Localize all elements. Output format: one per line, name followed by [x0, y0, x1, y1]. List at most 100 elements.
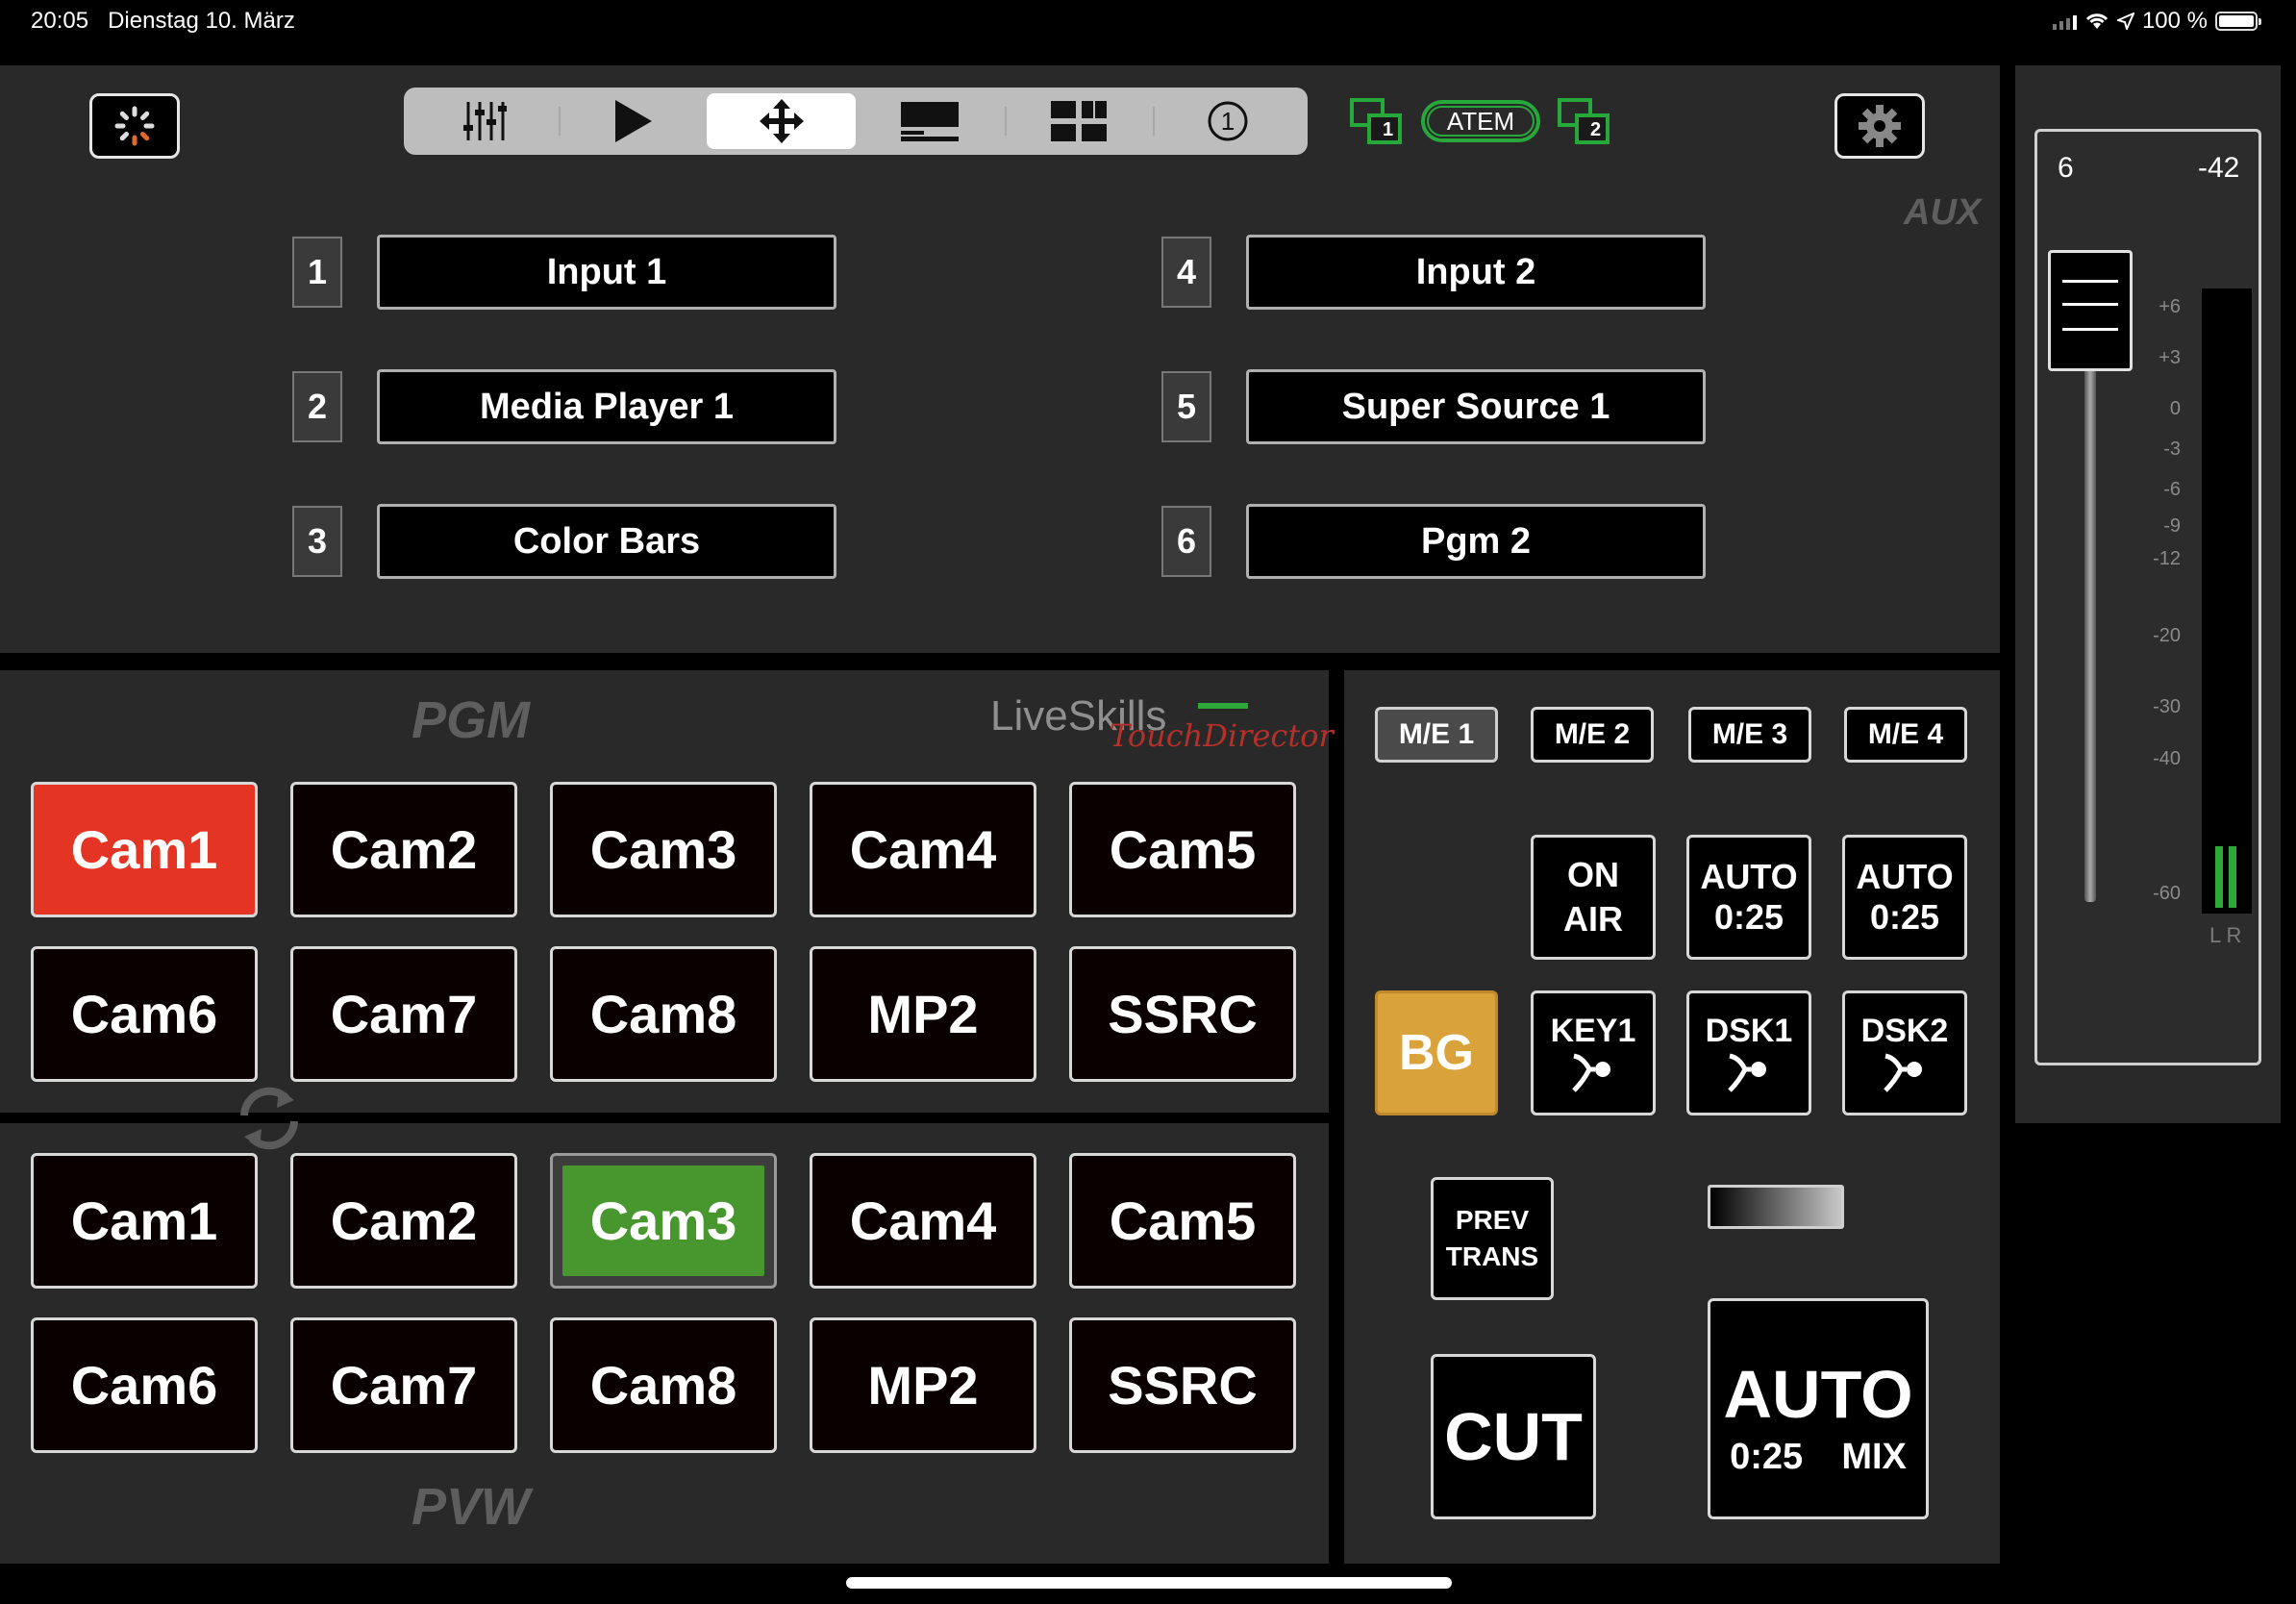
cut-button[interactable]: CUT — [1431, 1354, 1596, 1519]
play-icon — [615, 100, 652, 142]
status-time: 20:05 — [31, 8, 89, 34]
bg-label: BG — [1399, 1025, 1474, 1081]
fader-track — [2084, 317, 2096, 902]
scale-tick: 0 — [2169, 398, 2181, 419]
meter-level-left — [2215, 846, 2223, 908]
pgm-button-cam7[interactable]: Cam7 — [290, 946, 517, 1082]
atem-connection-button[interactable]: ATEM — [1421, 100, 1540, 142]
pvw-button-cam5[interactable]: Cam5 — [1069, 1153, 1296, 1289]
auto-label: AUTO — [1723, 1356, 1913, 1432]
me-button-1[interactable]: M/E 1 — [1375, 707, 1498, 763]
overlap-squares-icon — [1350, 98, 1402, 144]
pvw-button-ssrc[interactable]: SSRC — [1069, 1317, 1296, 1453]
pgm-button-cam5[interactable]: Cam5 — [1069, 782, 1296, 917]
scale-tick: -12 — [2153, 548, 2181, 569]
scale-tick: +6 — [2159, 296, 2181, 317]
number-one-circle-icon: 1 — [1208, 101, 1248, 141]
pgm-label: PGM — [412, 691, 531, 749]
logo-sub: TouchDirector — [1110, 717, 1334, 754]
aux-number-1: 1 — [292, 237, 342, 308]
me-button-3[interactable]: M/E 3 — [1688, 707, 1811, 763]
pgm-button-cam3[interactable]: Cam3 — [550, 782, 777, 917]
me-button-4[interactable]: M/E 4 — [1844, 707, 1967, 763]
scale-tick: -60 — [2153, 883, 2181, 904]
prev-trans-button[interactable]: PREV TRANS — [1431, 1177, 1554, 1300]
battery-icon — [2215, 12, 2261, 31]
dsk1-label: DSK1 — [1705, 1012, 1793, 1049]
pvw-button-mp2[interactable]: MP2 — [810, 1317, 1036, 1453]
battery-percent: 100 % — [2141, 8, 2208, 34]
loading-spinner-icon — [114, 106, 155, 146]
pgm-button-cam2[interactable]: Cam2 — [290, 782, 517, 917]
fader-value: 6 — [2058, 152, 2074, 184]
dsk2-button[interactable]: DSK2 — [1842, 990, 1967, 1115]
tab-playback[interactable] — [558, 93, 708, 149]
auto-mix-type: MIX — [1841, 1436, 1907, 1477]
transition-effect-icon — [1884, 1053, 1922, 1092]
connection-button[interactable] — [89, 93, 180, 159]
pgm-button-mp2[interactable]: MP2 — [810, 946, 1036, 1082]
on-air-button[interactable]: ON AIR — [1531, 835, 1656, 960]
location-arrow-icon — [2116, 13, 2134, 30]
auto-key-button-1[interactable]: AUTO 0:25 — [1686, 835, 1811, 960]
auto-key2-line1: AUTO — [1856, 857, 1954, 896]
dsk1-button[interactable]: DSK1 — [1686, 990, 1811, 1115]
me1-badge: 1 — [1383, 119, 1394, 140]
aux-button-4[interactable]: Input 2 — [1246, 235, 1706, 310]
pvw-button-cam8[interactable]: Cam8 — [550, 1317, 777, 1453]
me1-select-button[interactable]: 1 — [1350, 98, 1404, 146]
tab-mixer[interactable] — [410, 93, 559, 149]
tab-single-view[interactable]: 1 — [1153, 93, 1302, 149]
logo-bar — [1198, 703, 1248, 709]
scale-tick: -6 — [2163, 479, 2181, 500]
dsk2-label: DSK2 — [1860, 1012, 1949, 1049]
pvw-button-cam4[interactable]: Cam4 — [810, 1153, 1036, 1289]
transition-slider[interactable] — [1708, 1185, 1844, 1229]
auto-mix-button[interactable]: AUTO 0:25 MIX — [1708, 1298, 1929, 1519]
tab-multiview[interactable] — [1004, 93, 1154, 149]
auto-key-button-2[interactable]: AUTO 0:25 — [1842, 835, 1967, 960]
tab-transitions[interactable] — [707, 93, 857, 149]
pvw-button-cam6[interactable]: Cam6 — [31, 1317, 258, 1453]
aux-number-4: 4 — [1161, 237, 1211, 308]
pgm-button-ssrc[interactable]: SSRC — [1069, 946, 1296, 1082]
home-indicator — [846, 1577, 1452, 1589]
pvw-button-cam3[interactable]: Cam3 — [550, 1153, 777, 1289]
bg-button[interactable]: BG — [1375, 990, 1498, 1115]
transition-effect-icon — [1728, 1053, 1766, 1092]
aux-button-5[interactable]: Super Source 1 — [1246, 369, 1706, 444]
scale-tick: +3 — [2159, 347, 2181, 368]
status-indicators: 100 % — [2052, 8, 2261, 35]
auto-mix-info: 0:25 MIX — [1710, 1437, 1926, 1478]
settings-button[interactable] — [1834, 93, 1925, 159]
pgm-button-cam6[interactable]: Cam6 — [31, 946, 258, 1082]
pgm-button-cam1[interactable]: Cam1 — [31, 782, 258, 917]
meter-lr-label: L R — [2209, 923, 2242, 947]
scale-tick: -3 — [2163, 439, 2181, 460]
aux-number-6: 6 — [1161, 506, 1211, 577]
aux-number-2: 2 — [292, 371, 342, 442]
pgm-button-cam8[interactable]: Cam8 — [550, 946, 777, 1082]
aux-button-2[interactable]: Media Player 1 — [377, 369, 836, 444]
liveskills-logo: LiveSkills TouchDirector — [990, 692, 1334, 760]
overlap-squares-icon — [1558, 98, 1610, 144]
key1-button[interactable]: KEY1 — [1531, 990, 1656, 1115]
me2-badge: 2 — [1590, 119, 1602, 140]
status-time-date: 20:05 Dienstag 10. März — [31, 8, 295, 35]
me-button-2[interactable]: M/E 2 — [1531, 707, 1654, 763]
me2-select-button[interactable]: 2 — [1558, 98, 1611, 146]
pvw-button-cam7[interactable]: Cam7 — [290, 1317, 517, 1453]
tab-lower-third[interactable] — [856, 93, 1005, 149]
pvw-button-cam2[interactable]: Cam2 — [290, 1153, 517, 1289]
aux-button-3[interactable]: Color Bars — [377, 504, 836, 579]
auto-key1-line1: AUTO — [1700, 857, 1798, 896]
pvw-button-cam1[interactable]: Cam1 — [31, 1153, 258, 1289]
scale-tick: -40 — [2153, 748, 2181, 769]
swap-bus-button[interactable] — [231, 1083, 308, 1154]
auto-key2-line2: 0:25 — [1869, 897, 1940, 937]
pgm-button-cam4[interactable]: Cam4 — [810, 782, 1036, 917]
aux-button-6[interactable]: Pgm 2 — [1246, 504, 1706, 579]
multiview-icon — [1051, 101, 1108, 141]
aux-button-1[interactable]: Input 1 — [377, 235, 836, 310]
swap-arrows-icon — [240, 1087, 298, 1150]
